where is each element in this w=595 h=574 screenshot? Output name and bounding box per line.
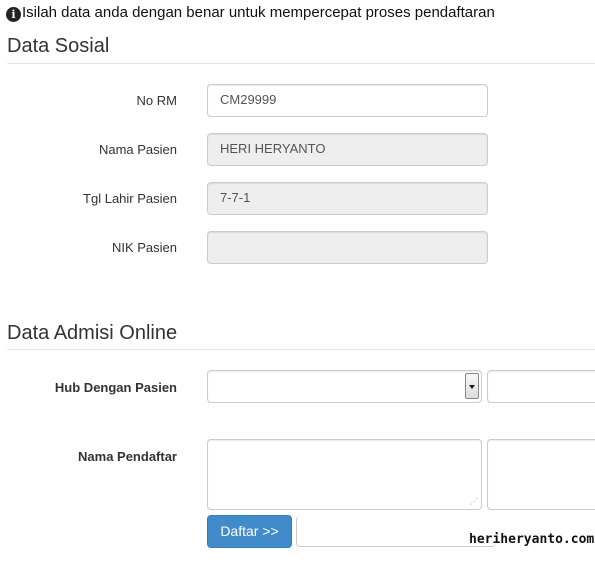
- watermark: heriheryanto.com: [469, 532, 595, 547]
- no-rm-value: CM29999: [220, 92, 277, 107]
- section-title-data-admisi: Data Admisi Online: [7, 322, 178, 344]
- hub-extra-input[interactable]: [487, 370, 595, 403]
- nama-pasien-value: HERI HERYANTO: [220, 141, 326, 156]
- info-notice: i Isilah data anda dengan benar untuk mem…: [6, 4, 495, 22]
- label-tgl-lahir: Tgl Lahir Pasien: [83, 191, 177, 206]
- chevron-down-icon[interactable]: [465, 373, 479, 399]
- label-no-rm: No RM: [136, 93, 177, 108]
- resize-grip-icon[interactable]: ⋰: [470, 498, 478, 506]
- section-title-data-sosial: Data Sosial: [7, 35, 110, 57]
- hub-dengan-pasien-select[interactable]: [207, 370, 482, 403]
- no-rm-input[interactable]: CM29999: [207, 84, 488, 117]
- extra-input-edge[interactable]: [296, 516, 496, 547]
- nama-pendaftar-textarea[interactable]: ⋰: [207, 439, 482, 510]
- label-nama-pasien: Nama Pasien: [98, 142, 177, 157]
- nama-pendaftar-extra-input[interactable]: [487, 439, 595, 510]
- label-nama-pendaftar: Nama Pendaftar: [78, 449, 177, 464]
- tgl-lahir-input: 7-7-1: [207, 182, 488, 215]
- info-icon: i: [6, 7, 21, 22]
- label-nik: NIK Pasien: [111, 240, 177, 255]
- label-hub-dengan-pasien: Hub Dengan Pasien: [54, 380, 177, 395]
- section-divider: [7, 63, 595, 64]
- tgl-lahir-value: 7-7-1: [220, 190, 251, 205]
- section-divider: [7, 349, 595, 350]
- nama-pasien-input: HERI HERYANTO: [207, 133, 488, 166]
- notice-text: Isilah data anda dengan benar untuk memp…: [22, 4, 495, 21]
- nik-input: [207, 231, 488, 264]
- daftar-button[interactable]: Daftar >>: [207, 515, 292, 548]
